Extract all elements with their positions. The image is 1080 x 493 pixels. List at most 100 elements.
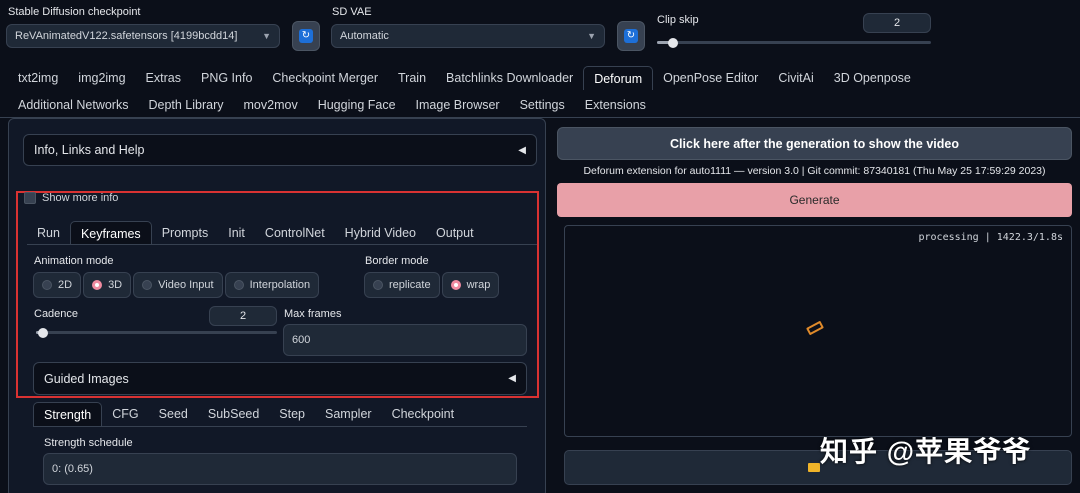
guided-images-accordion[interactable]: Guided Images ◀ [33, 362, 527, 395]
loading-icon [806, 320, 824, 336]
animation-mode-label: Animation mode [34, 255, 114, 267]
tab-train[interactable]: Train [388, 66, 436, 90]
vae-refresh-button[interactable]: ↻ [617, 21, 645, 51]
subtab-controlnet[interactable]: ControlNet [255, 221, 335, 245]
tab-image-browser[interactable]: Image Browser [406, 93, 510, 117]
tab-checkpoint-merger[interactable]: Checkpoint Merger [262, 66, 388, 90]
border-mode-radio-group: replicate wrap [364, 272, 500, 298]
checkpoint-label: Stable Diffusion checkpoint [8, 6, 141, 18]
radio-dot-icon [450, 280, 461, 290]
version-text: Deforum extension for auto1111 — version… [583, 165, 1046, 177]
clip-skip-slider[interactable] [657, 37, 931, 48]
chevron-down-icon: ▼ [262, 31, 271, 41]
max-frames-input[interactable]: 600 [283, 324, 527, 356]
clip-skip-label: Clip skip [657, 14, 699, 26]
animation-mode-interpolation-radio[interactable]: Interpolation [224, 272, 320, 298]
cadence-thumb[interactable] [38, 327, 49, 338]
cadence-label: Cadence [34, 308, 79, 320]
schedtab-strength[interactable]: Strength [33, 402, 103, 426]
folder-icon[interactable] [808, 463, 820, 472]
schedtab-seed[interactable]: Seed [149, 402, 198, 426]
tab-png-info[interactable]: PNG Info [191, 66, 262, 90]
strength-schedule-label: Strength schedule [44, 437, 133, 449]
cadence-slider[interactable] [36, 327, 277, 338]
radio-dot-icon [42, 280, 52, 290]
checkpoint-dropdown[interactable]: ReVAnimatedV122.safetensors [4199bcdd14]… [6, 24, 280, 48]
main-tabs-row1: txt2img img2img Extras PNG Info Checkpoint M… [8, 66, 921, 90]
info-accordion[interactable]: Info, Links and Help ◀ [23, 134, 537, 166]
radio-label: 3D [108, 279, 123, 291]
watermark-text: 知乎 @苹果爷爷 [820, 436, 1032, 467]
chevron-down-icon: ▼ [587, 31, 596, 41]
schedtab-step[interactable]: Step [269, 402, 315, 426]
tab-batchlinks-downloader[interactable]: Batchlinks Downloader [436, 66, 583, 90]
radio-label: wrap [466, 279, 491, 291]
strength-schedule-input[interactable]: 0: (0.65) [43, 453, 517, 485]
tab-civitai[interactable]: CivitAi [768, 66, 823, 90]
border-mode-replicate-radio[interactable]: replicate [364, 272, 440, 298]
schedtab-cfg[interactable]: CFG [102, 402, 148, 426]
collapse-triangle-icon: ◀ [518, 144, 526, 156]
checkpoint-refresh-button[interactable]: ↻ [292, 21, 320, 51]
subtab-keyframes[interactable]: Keyframes [69, 221, 152, 245]
sub-tabs-divider [27, 244, 537, 245]
schedtab-subseed[interactable]: SubSeed [198, 402, 269, 426]
clip-skip-input[interactable]: 2 [863, 13, 931, 33]
radio-label: Interpolation [249, 279, 311, 291]
clip-skip-thumb[interactable] [668, 37, 679, 48]
animation-mode-2d-radio[interactable]: 2D [33, 272, 82, 298]
subtab-output[interactable]: Output [426, 221, 484, 245]
show-more-info-label: Show more info [42, 192, 119, 204]
subtab-init[interactable]: Init [218, 221, 255, 245]
vae-label: SD VAE [332, 6, 372, 18]
checkpoint-value: ReVAnimatedV122.safetensors [4199bcdd14] [15, 30, 238, 42]
schedule-tabs-divider [33, 426, 527, 427]
subtab-run[interactable]: Run [27, 221, 70, 245]
refresh-icon: ↻ [299, 29, 313, 43]
tab-txt2img[interactable]: txt2img [8, 66, 68, 90]
schedtab-checkpoint[interactable]: Checkpoint [382, 402, 465, 426]
border-mode-wrap-radio[interactable]: wrap [441, 272, 500, 298]
refresh-icon: ↻ [624, 29, 638, 43]
tab-img2img[interactable]: img2img [68, 66, 135, 90]
output-gallery: processing | 1422.3/1.8s [564, 225, 1072, 437]
radio-dot-icon [142, 280, 153, 290]
tab-mov2mov[interactable]: mov2mov [234, 93, 308, 117]
cadence-input[interactable]: 2 [209, 306, 277, 326]
radio-dot-icon [233, 280, 244, 290]
vae-value: Automatic [340, 30, 389, 42]
deforum-sub-tabs: Run Keyframes Prompts Init ControlNet Hybrid … [27, 221, 484, 245]
animation-mode-3d-radio[interactable]: 3D [83, 272, 132, 298]
radio-dot-icon [92, 280, 103, 290]
tab-3d-openpose[interactable]: 3D Openpose [824, 66, 921, 90]
tab-settings[interactable]: Settings [510, 93, 575, 117]
tab-extensions[interactable]: Extensions [575, 93, 656, 117]
collapse-triangle-icon: ◀ [508, 373, 516, 384]
processing-status: processing | 1422.3/1.8s [918, 232, 1064, 243]
tab-extras[interactable]: Extras [136, 66, 191, 90]
schedtab-sampler[interactable]: Sampler [315, 402, 382, 426]
show-video-button[interactable]: Click here after the generation to show … [557, 127, 1072, 160]
main-tabs-row2: Additional Networks Depth Library mov2mov H… [8, 93, 656, 117]
guided-images-label: Guided Images [44, 371, 129, 386]
generate-button[interactable]: Generate [557, 183, 1072, 217]
radio-label: 2D [58, 279, 73, 291]
radio-label: Video Input [158, 279, 214, 291]
tab-hugging-face[interactable]: Hugging Face [308, 93, 406, 117]
subtab-prompts[interactable]: Prompts [152, 221, 219, 245]
info-accordion-label: Info, Links and Help [34, 143, 145, 157]
tab-openpose-editor[interactable]: OpenPose Editor [653, 66, 768, 90]
animation-mode-radio-group: 2D 3D Video Input Interpolation [33, 272, 320, 298]
tab-deforum[interactable]: Deforum [583, 66, 654, 90]
show-more-info-checkbox[interactable] [24, 192, 36, 204]
tab-additional-networks[interactable]: Additional Networks [8, 93, 138, 117]
tab-depth-library[interactable]: Depth Library [138, 93, 233, 117]
radio-dot-icon [373, 280, 383, 290]
max-frames-label: Max frames [284, 308, 342, 320]
vae-dropdown[interactable]: Automatic ▼ [331, 24, 605, 48]
border-mode-label: Border mode [365, 255, 429, 267]
animation-mode-video-input-radio[interactable]: Video Input [133, 272, 223, 298]
schedule-tabs: Strength CFG Seed SubSeed Step Sampler Checkpo… [33, 402, 464, 426]
subtab-hybrid-video[interactable]: Hybrid Video [335, 221, 426, 245]
radio-label: replicate [389, 279, 431, 291]
